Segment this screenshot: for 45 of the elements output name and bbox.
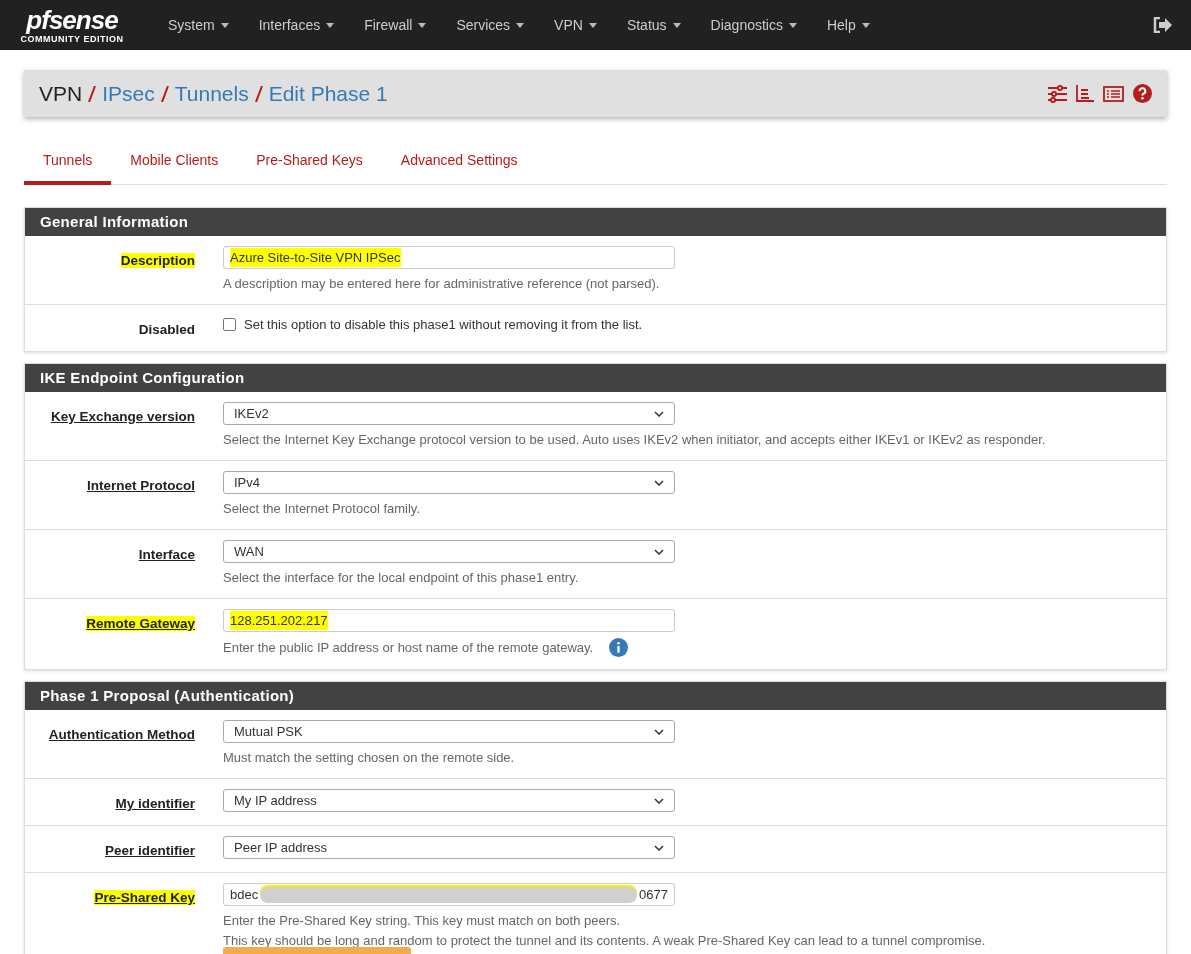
field-label: Key Exchange version <box>50 409 195 424</box>
field-label: Disabled <box>138 322 195 337</box>
nav-menu-item[interactable]: System <box>153 14 244 36</box>
help-text: Select the interface for the local endpoint of this phase1 entry. <box>223 569 579 586</box>
help-text: Enter the Pre-Shared Key string. This key must match on both peers. <box>223 912 621 929</box>
nav-menu-item[interactable]: Help <box>811 14 885 36</box>
key-field[interactable]: bdec 0677 <box>223 883 675 906</box>
select-field[interactable]: WAN <box>223 540 675 563</box>
help-text: A description may be entered here for administrative reference (not parsed). <box>223 275 660 292</box>
nav-menu-item[interactable]: Status <box>611 14 696 36</box>
field-label: Pre-Shared Key <box>94 890 195 905</box>
text-field[interactable]: Azure Site-to-Site VPN IPSec <box>223 246 675 269</box>
tab[interactable]: Mobile Clients <box>111 140 238 185</box>
help-text: Select the Internet Key Exchange protocol version to be used. Auto uses IKEv2 when initiator, and accepts either IKEv1 or IKEv2 as responder. <box>223 431 1046 448</box>
tab[interactable]: Pre-Shared Keys <box>237 140 382 185</box>
field-label: Authentication Method <box>48 727 195 742</box>
select-field[interactable]: IPv4 <box>223 471 675 494</box>
panel-heading: Phase 1 Proposal (Authentication) <box>25 682 1166 710</box>
field-label: Peer identifier <box>104 843 195 858</box>
nav-menu-item[interactable]: VPN <box>539 14 612 36</box>
tab[interactable]: Advanced Settings <box>381 140 537 185</box>
help-text: This key should be long and random to protect the tunnel and its contents. A weak Pre-Shared Key can lead to a tunnel compromise. <box>223 932 986 949</box>
panel-heading: General Information <box>25 208 1166 236</box>
tab[interactable]: Tunnels <box>24 140 112 185</box>
select-field[interactable]: My IP address <box>223 789 675 812</box>
select-field[interactable]: Peer IP address <box>223 836 675 859</box>
field-label: My identifier <box>115 796 195 811</box>
nav-menu-item[interactable]: Diagnostics <box>695 14 812 36</box>
field-label: Description <box>120 253 195 268</box>
help-text: Must match the setting chosen on the remote side. <box>223 749 515 766</box>
breadcrumb-item: VPN <box>39 80 83 107</box>
logo[interactable]: pfsense COMMUNITY EDITION <box>19 6 125 44</box>
nav-menu-item[interactable]: Services <box>441 14 540 36</box>
nav-menu-item[interactable]: Firewall <box>349 14 442 36</box>
select-field[interactable]: Mutual PSK <box>223 720 675 743</box>
select-field[interactable]: IKEv2 <box>223 402 675 425</box>
text-field[interactable]: 128.251.202.217 <box>223 609 675 632</box>
field-label: Interface <box>138 547 195 562</box>
field-label: Internet Protocol <box>87 478 195 493</box>
field-label: Remote Gateway <box>86 616 195 631</box>
checkbox-label: Set this option to disable this phase1 without removing it from the list. <box>244 316 643 334</box>
help-text: Enter the public IP address or host name of the remote gateway. <box>223 639 594 656</box>
panel-heading: IKE Endpoint Configuration <box>25 364 1166 392</box>
help-text: Select the Internet Protocol family. <box>223 500 421 517</box>
nav-menu-item[interactable]: Interfaces <box>243 14 350 36</box>
